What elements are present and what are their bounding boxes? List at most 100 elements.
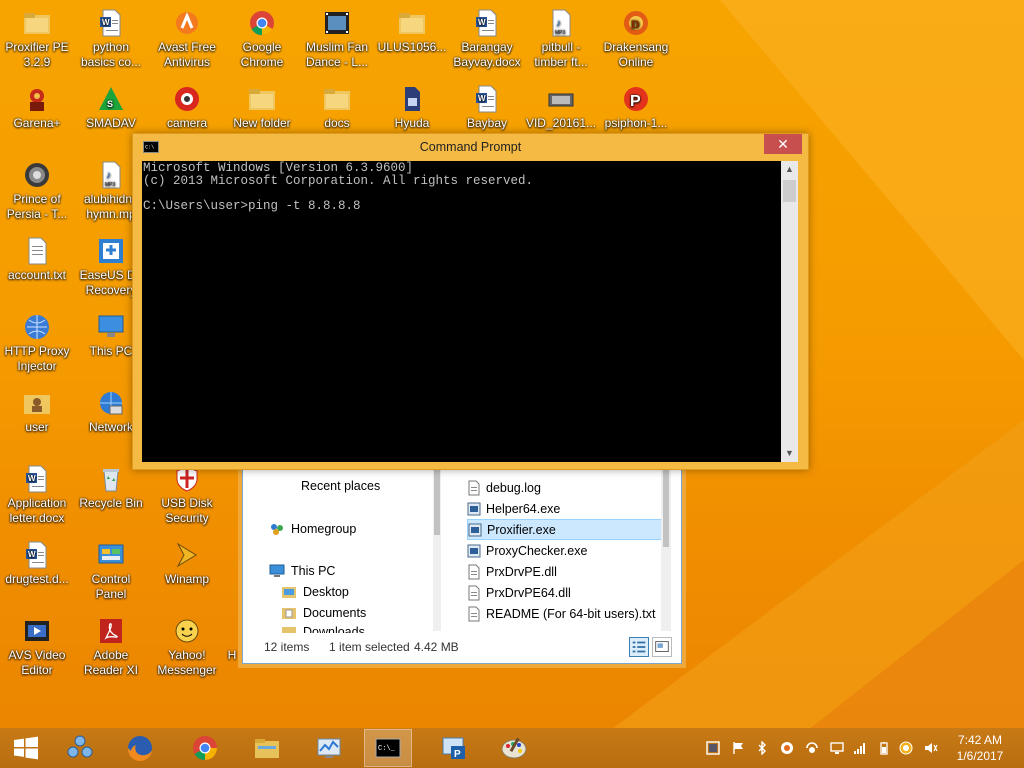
nav-pane-scrollbar[interactable]: [433, 467, 441, 631]
nav-recent-places[interactable]: Recent places: [279, 479, 380, 493]
taskbar-chrome[interactable]: [181, 729, 229, 767]
desktop-icon-label: Google Chrome: [240, 40, 284, 69]
desktop-icon-label: account.txt: [7, 268, 67, 282]
app-tray-icon[interactable]: [899, 740, 913, 755]
display-icon[interactable]: [830, 740, 844, 755]
taskbar-ppsspp[interactable]: [56, 729, 104, 767]
cmd-scrollbar[interactable]: ▲ ▼: [781, 161, 798, 462]
file-list-scrollbar[interactable]: [661, 467, 671, 631]
desktop-icon-label: Recycle Bin: [79, 496, 143, 510]
nav-desktop[interactable]: Desktop: [281, 585, 349, 599]
file-explorer-icon: [255, 739, 279, 758]
file-row[interactable]: Helper64.exe: [467, 498, 663, 519]
file-name: PrxDrvPE64.dll: [486, 585, 571, 600]
desktop-icon[interactable]: USB Disk Security: [150, 462, 224, 538]
nav-downloads[interactable]: Downloads: [281, 625, 365, 633]
nav-homegroup[interactable]: Homegroup: [269, 522, 356, 536]
volume-icon[interactable]: [924, 740, 938, 755]
desktop-icon[interactable]: ♪ MP3 pitbull - timber ft...: [524, 6, 598, 82]
desktop-icon[interactable]: Proxifier PE 3.2.9: [0, 6, 74, 82]
garena-icon: [22, 84, 52, 114]
this-pc-icon: [269, 564, 285, 578]
file-name: Helper64.exe: [486, 501, 561, 516]
control-panel-icon: [96, 540, 126, 570]
cmd-titlebar[interactable]: C:\ Command Prompt ✕: [133, 134, 808, 161]
desktop-icon[interactable]: Wdrugtest.d...: [0, 538, 74, 614]
avast-tray-icon[interactable]: [780, 740, 794, 755]
svg-text:W: W: [102, 18, 110, 27]
desktop-icon-label: Proxifier PE 3.2.9: [5, 40, 69, 69]
status-bar: 12 items 1 item selected 4.42 MB: [243, 633, 681, 663]
desktop-icon[interactable]: Yahoo! Messenger: [150, 614, 224, 690]
taskbar-firefox[interactable]: [116, 729, 164, 767]
desktop-icon[interactable]: user: [0, 386, 74, 462]
desktop-icon[interactable]: account.txt: [0, 234, 74, 310]
taskbar-performance-monitor[interactable]: [305, 729, 353, 767]
desktop-icon-label: psiphon-1...: [604, 116, 668, 130]
tray-show-desktop-icon[interactable]: [706, 740, 720, 755]
file-row[interactable]: README (For 64-bit users).txt: [467, 603, 663, 624]
file-row[interactable]: PrxDrvPE64.dll: [467, 582, 663, 603]
easeus-icon: [96, 236, 126, 266]
clock-time: 7:42 AM: [957, 733, 1003, 747]
file-row[interactable]: PrxDrvPE.dll: [467, 561, 663, 582]
file-list-scroll-thumb[interactable]: [663, 467, 669, 547]
scroll-up-icon[interactable]: ▲: [781, 161, 798, 178]
desktop-icon-label: Winamp: [164, 572, 209, 586]
svg-text:W: W: [28, 474, 36, 483]
wifi-signal-icon[interactable]: [853, 740, 867, 755]
taskbar-proxifier[interactable]: P: [430, 729, 478, 767]
battery-icon[interactable]: [877, 740, 891, 755]
word-icon: W: [22, 464, 52, 494]
start-button[interactable]: [2, 729, 50, 767]
cmd-title: Command Prompt: [419, 140, 522, 154]
desktop-icon[interactable]: Recycle Bin: [74, 462, 148, 538]
close-button[interactable]: ✕: [764, 134, 802, 154]
downloads-folder-icon: [281, 625, 297, 633]
flag-icon[interactable]: [731, 740, 745, 755]
desktop-icon[interactable]: ULUS1056...: [375, 6, 449, 82]
desktop-icon[interactable]: W Barangay Bayvay.docx: [450, 6, 524, 82]
desktop-icon[interactable]: Adobe Reader XI: [74, 614, 148, 690]
svg-text:MP3: MP3: [105, 182, 116, 188]
desktop-icon[interactable]: W Application letter.docx: [0, 462, 74, 538]
file-row[interactable]: Proxifier.exe: [467, 519, 663, 540]
taskbar-paint[interactable]: [490, 729, 538, 767]
desktop-icon[interactable]: D Drakensang Online: [599, 6, 673, 82]
desktop-icon[interactable]: Prince of Persia - T...: [0, 158, 74, 234]
clock[interactable]: 7:42 AM 1/6/2017: [950, 732, 1010, 764]
nav-downloads-label: Downloads: [303, 625, 365, 633]
command-prompt-window[interactable]: C:\ Command Prompt ✕ Microsoft Windows […: [132, 133, 809, 470]
nav-this-pc[interactable]: This PC: [269, 564, 335, 578]
cmd-console[interactable]: Microsoft Windows [Version 6.3.9600] (c)…: [142, 161, 781, 462]
desktop-icon[interactable]: Wpython basics co...: [74, 6, 148, 82]
nav-documents[interactable]: Documents: [281, 606, 366, 620]
file-row[interactable]: debug.log: [467, 477, 663, 498]
documents-folder-icon: [281, 606, 297, 620]
video-file-icon: [546, 84, 576, 114]
desktop-icon[interactable]: HTTP Proxy Injector: [0, 310, 74, 386]
details-view-button[interactable]: [629, 637, 649, 657]
desktop-icon[interactable]: Winamp: [150, 538, 224, 614]
taskbar-file-explorer[interactable]: [243, 729, 291, 767]
large-icons-view-button[interactable]: [652, 637, 672, 657]
desktop-icon[interactable]: Garena+: [0, 82, 74, 158]
folder-icon: [397, 8, 427, 38]
cmd-scroll-thumb[interactable]: [783, 180, 796, 202]
file-list: debug.log Helper64.exe Proxifier.exe ProxyC…: [461, 459, 681, 631]
taskbar-command-prompt[interactable]: C:\_: [364, 729, 412, 767]
desktop-icon[interactable]: Muslim Fan Dance - L...: [300, 6, 374, 82]
scroll-down-icon[interactable]: ▼: [781, 445, 798, 462]
desktop-icon[interactable]: Avast Free Antivirus: [150, 6, 224, 82]
nav-pane-scroll-thumb[interactable]: [434, 467, 440, 535]
bluetooth-icon[interactable]: [755, 740, 769, 755]
file-explorer-window[interactable]: Recent places Homegroup This PC Desktop …: [242, 458, 682, 664]
usb-security-tray-icon[interactable]: [805, 740, 819, 755]
nav-this-pc-label: This PC: [291, 564, 336, 578]
file-row[interactable]: ProxyChecker.exe: [467, 540, 663, 561]
large-icons-view-icon: [655, 641, 669, 652]
desktop-icon-label: python basics co...: [80, 40, 142, 69]
desktop-icon[interactable]: AVS Video Editor: [0, 614, 74, 690]
desktop-icon[interactable]: Control Panel: [74, 538, 148, 614]
desktop-icon[interactable]: Google Chrome: [225, 6, 299, 82]
